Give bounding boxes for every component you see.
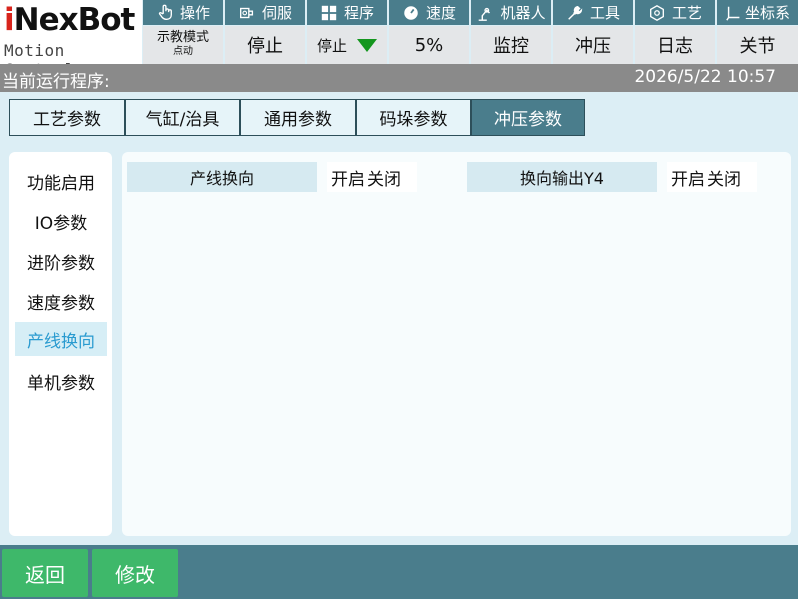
nav-label: 工艺: [671, 4, 702, 22]
line-reverse-off-button[interactable]: 关闭: [366, 165, 402, 190]
brand-letter-i: i: [4, 2, 15, 38]
nav-process[interactable]: 工艺: [635, 0, 715, 25]
sidebar-item-advanced-params[interactable]: 进阶参数: [15, 244, 107, 278]
brand-logo: iNexBot Motion Control: [0, 0, 142, 79]
nav-label: 工具: [589, 4, 620, 22]
dropdown-triangle-icon: [357, 38, 377, 52]
modify-button[interactable]: 修改: [92, 549, 178, 597]
nav-coordinate[interactable]: 坐标系: [717, 0, 798, 25]
back-button[interactable]: 返回: [2, 549, 88, 597]
nav-label: 坐标系: [744, 4, 790, 22]
nav-operate[interactable]: 操作: [143, 0, 223, 25]
reverse-output-on-button[interactable]: 开启: [670, 165, 706, 190]
reverse-output-y4-toggle: 开启 关闭: [667, 162, 757, 192]
nav-label: 伺服: [261, 4, 292, 22]
brand-wordmark: iNexBot: [4, 2, 136, 38]
gauge-icon: [404, 5, 418, 20]
current-program-label: 当前运行程序:: [2, 72, 110, 92]
speed-value[interactable]: 5%: [389, 26, 469, 64]
brand-rest: exBot: [38, 2, 136, 38]
sidebar-item-speed-params[interactable]: 速度参数: [15, 284, 107, 318]
reverse-output-off-button[interactable]: 关闭: [706, 165, 742, 190]
servo-status[interactable]: 停止: [225, 26, 305, 64]
nav-program[interactable]: 程序: [307, 0, 387, 25]
brand-letter-n: N: [13, 2, 40, 38]
nav-label: 操作: [179, 4, 210, 22]
robot-arm-icon: [479, 7, 491, 21]
nav-tool[interactable]: 工具: [553, 0, 633, 25]
tab-cylinder-fixture[interactable]: 气缸/治具: [125, 99, 240, 136]
tab-stamping-params[interactable]: 冲压参数: [471, 99, 585, 136]
mode-sub-label: 点动: [173, 46, 193, 57]
process-status[interactable]: 日志: [635, 26, 715, 64]
status-bar: 当前运行程序: 2026/5/22 10:57: [0, 64, 798, 92]
program-status[interactable]: 停止: [307, 26, 387, 64]
sidebar-item-line-reverse[interactable]: 产线换向: [15, 322, 107, 356]
coord-status[interactable]: 关节: [717, 26, 798, 64]
axes-icon: [726, 6, 740, 21]
tool-status[interactable]: 冲压: [553, 26, 633, 64]
nav-robot[interactable]: 机器人: [471, 0, 551, 25]
servo-icon: [240, 7, 254, 18]
mode-main-label: 示教模式: [156, 30, 209, 45]
nav-servo[interactable]: 伺服: [225, 0, 305, 25]
tab-process-params[interactable]: 工艺参数: [9, 99, 125, 136]
line-reverse-label: 产线换向: [127, 162, 317, 192]
datetime: 2026/5/22 10:57: [634, 67, 776, 87]
line-reverse-on-button[interactable]: 开启: [330, 165, 366, 190]
mode-indicator[interactable]: 示教模式 点动: [143, 26, 223, 64]
tab-general-params[interactable]: 通用参数: [240, 99, 356, 136]
sidebar-item-function-enable[interactable]: 功能启用: [15, 164, 107, 198]
nav-label: 速度: [425, 4, 456, 22]
process-icon: [650, 4, 664, 21]
sidebar-item-io-params[interactable]: IO参数: [15, 204, 107, 238]
nav-speed[interactable]: 速度: [389, 0, 469, 25]
line-reverse-toggle: 开启 关闭: [327, 162, 417, 192]
reverse-output-y4-label: 换向输出Y4: [467, 162, 657, 192]
sidebar-panel: 功能启用 IO参数 进阶参数 速度参数 产线换向 单机参数: [9, 152, 112, 536]
params-panel: 产线换向 开启 关闭 换向输出Y4 开启 关闭: [122, 152, 791, 536]
wrench-icon: [568, 5, 583, 20]
sidebar-item-standalone-params[interactable]: 单机参数: [15, 364, 107, 398]
hand-pointer-icon: [158, 4, 172, 20]
nav-label: 程序: [343, 4, 374, 22]
nav-label: 机器人: [500, 4, 546, 22]
app-root: iNexBot Motion Control 操作 伺服 程序 速度 机器人 工…: [0, 0, 798, 599]
robot-status[interactable]: 监控: [471, 26, 551, 64]
program-status-label: 停止: [316, 36, 347, 55]
grid-icon: [321, 5, 337, 20]
tab-palletizing-params[interactable]: 码垛参数: [356, 99, 471, 136]
